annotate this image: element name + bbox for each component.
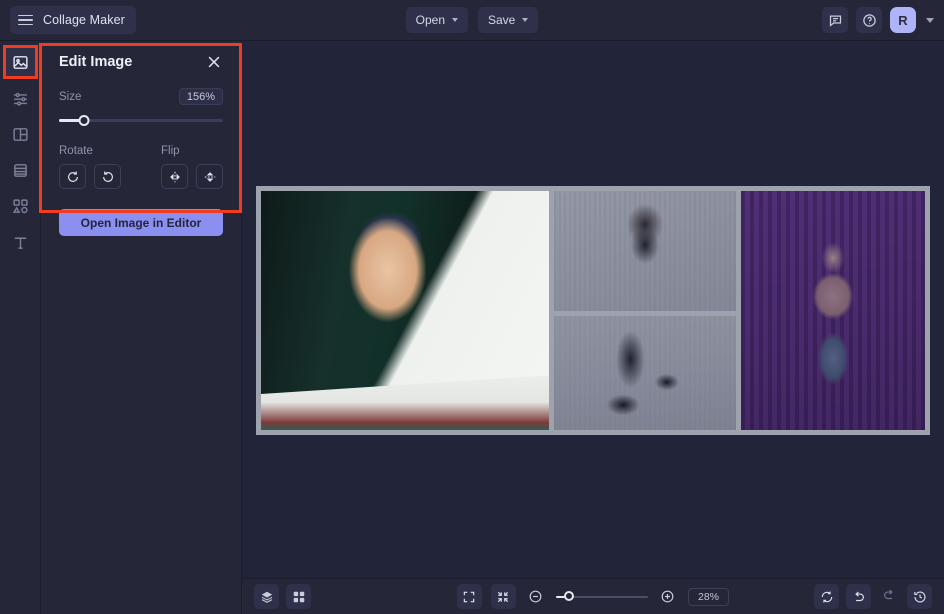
- zoom-out-button[interactable]: [525, 586, 547, 608]
- collage-middle-column: [554, 191, 736, 430]
- sidebar-item-adjust[interactable]: [4, 82, 36, 114]
- rotate-cw-icon: [101, 170, 115, 184]
- background-layers-icon: [12, 162, 29, 179]
- flip-vertical-icon: [203, 170, 217, 184]
- rotate-counterclockwise-button[interactable]: [59, 164, 86, 189]
- collage-cell-truck[interactable]: [261, 191, 549, 430]
- bottom-toolbar: 28%: [242, 578, 944, 614]
- edit-image-panel: Edit Image Size 156% Rotate: [41, 41, 242, 614]
- close-x-icon: [205, 53, 223, 71]
- photo-purple-wall: [741, 191, 925, 430]
- rotate-flip-row: Rotate: [59, 145, 223, 189]
- size-slider-knob[interactable]: [78, 115, 89, 126]
- expand-frame-icon: [462, 590, 476, 604]
- canvas-stage[interactable]: [242, 41, 944, 578]
- shapes-icon: [12, 198, 29, 215]
- left-sidebar: [0, 41, 41, 614]
- zoom-in-button[interactable]: [657, 586, 679, 608]
- flip-vertical-button[interactable]: [196, 164, 223, 189]
- zoom-out-circle-icon: [528, 589, 543, 604]
- save-menu-button[interactable]: Save: [478, 7, 538, 33]
- app-root: Collage Maker Open Save: [0, 0, 944, 614]
- zoom-level-value: 28%: [688, 588, 729, 606]
- collage-cell-purple-wall[interactable]: [741, 191, 925, 430]
- flip-label: Flip: [161, 145, 223, 157]
- bottom-center-tools: 28%: [242, 584, 944, 609]
- size-row-label: Size 156%: [59, 88, 223, 105]
- top-bar: Collage Maker Open Save: [0, 0, 944, 41]
- top-center-menus: Open Save: [0, 7, 944, 33]
- flip-horizontal-icon: [168, 170, 182, 184]
- open-menu-label: Open: [416, 13, 445, 27]
- zoom-in-circle-icon: [660, 589, 675, 604]
- chevron-down-icon: [452, 18, 458, 22]
- collage-cell-athlete-top[interactable]: [554, 191, 736, 311]
- sidebar-item-layout[interactable]: [4, 118, 36, 150]
- image-icon: [12, 54, 29, 71]
- sidebar-item-shapes[interactable]: [4, 190, 36, 222]
- open-menu-button[interactable]: Open: [406, 7, 468, 33]
- rotate-label: Rotate: [59, 145, 121, 157]
- rotate-ccw-icon: [66, 170, 80, 184]
- photo-athlete-top: [554, 191, 736, 311]
- zoom-slider-knob[interactable]: [564, 591, 574, 601]
- sidebar-item-text[interactable]: [4, 226, 36, 258]
- panel-close-button[interactable]: [205, 53, 223, 71]
- chevron-down-icon: [522, 18, 528, 22]
- text-t-icon: [12, 234, 29, 251]
- rotate-group: Rotate: [59, 145, 121, 189]
- photo-truck: [261, 191, 549, 430]
- size-label: Size: [59, 91, 81, 103]
- photo-athlete-bottom: [554, 316, 736, 431]
- size-slider[interactable]: [59, 113, 223, 127]
- size-value: 156%: [179, 88, 223, 105]
- layout-grid-icon: [12, 126, 29, 143]
- save-menu-label: Save: [488, 13, 515, 27]
- collage-canvas[interactable]: [256, 186, 930, 435]
- fit-to-screen-button[interactable]: [457, 584, 482, 609]
- sliders-icon: [12, 90, 29, 107]
- collage-cell-athlete-bottom[interactable]: [554, 316, 736, 431]
- collapse-arrows-icon: [496, 590, 510, 604]
- zoom-slider[interactable]: [556, 590, 648, 604]
- sidebar-item-image[interactable]: [4, 46, 36, 78]
- shrink-to-fit-button[interactable]: [491, 584, 516, 609]
- open-image-in-editor-button[interactable]: Open Image in Editor: [59, 209, 223, 236]
- flip-group: Flip: [161, 145, 223, 189]
- flip-horizontal-button[interactable]: [161, 164, 188, 189]
- rotate-clockwise-button[interactable]: [94, 164, 121, 189]
- panel-header: Edit Image: [59, 53, 223, 71]
- sidebar-item-background[interactable]: [4, 154, 36, 186]
- panel-title: Edit Image: [59, 54, 132, 70]
